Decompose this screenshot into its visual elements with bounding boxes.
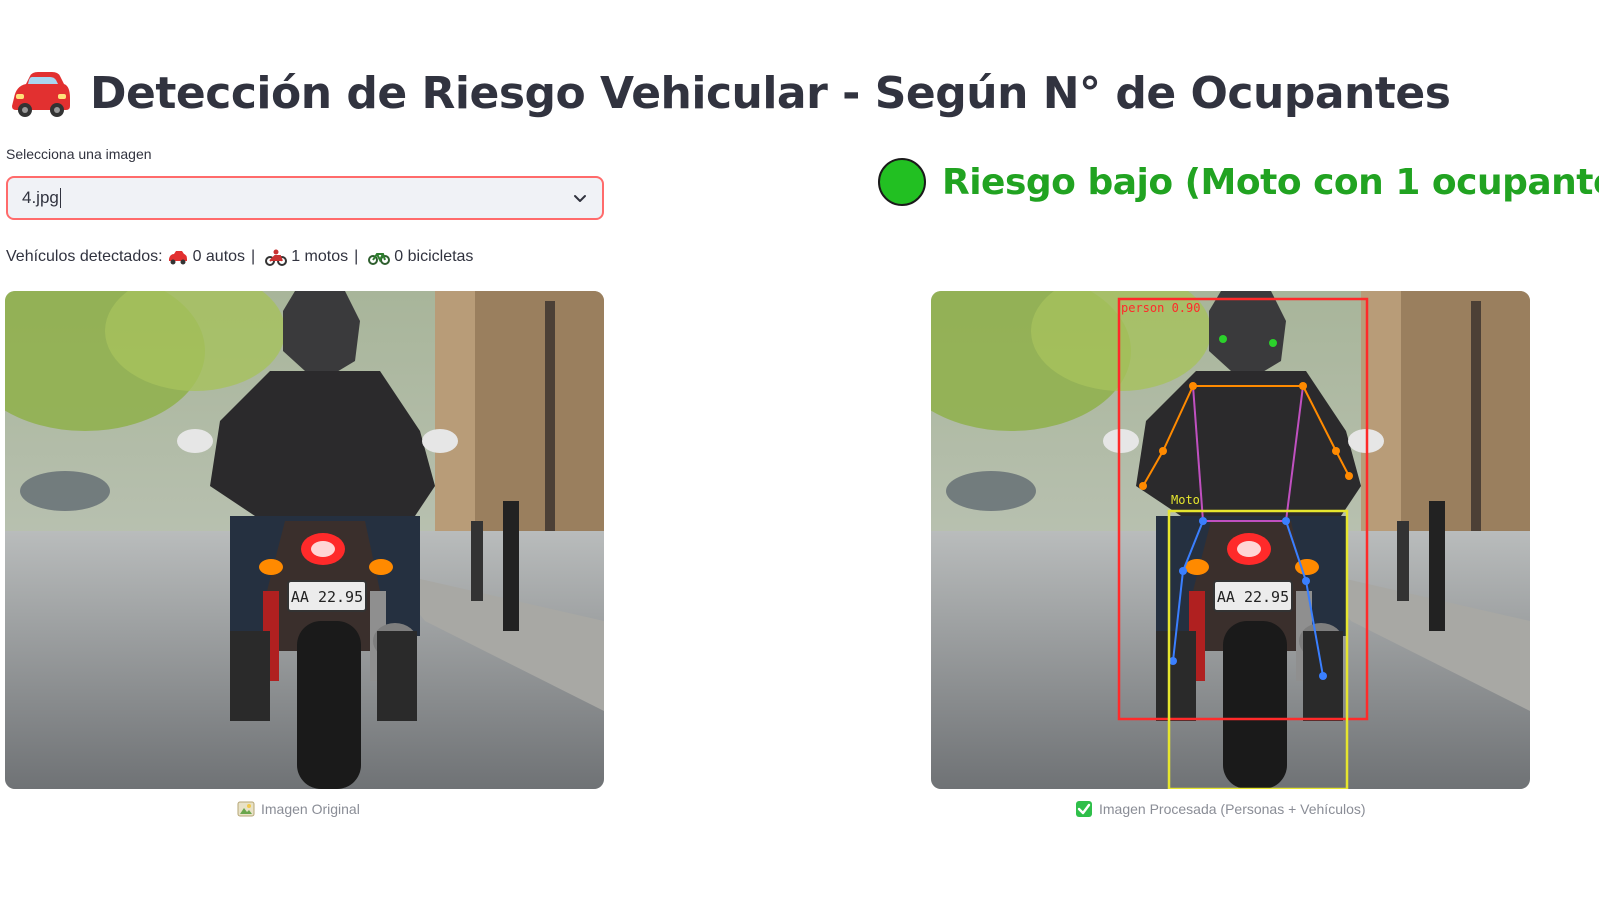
plate-text: AA 22.95 [291, 588, 363, 606]
vehicles-summary: Vehículos detectados: 0 autos | 1 motos … [6, 248, 474, 266]
car-icon [12, 72, 70, 117]
processed-caption: Imagen Procesada (Personas + Vehículos) [1075, 800, 1366, 818]
bicycle-icon [368, 253, 391, 265]
original-caption-text: Imagen Original [261, 801, 360, 817]
select-value: 4.jpg [22, 187, 61, 209]
image-icon [237, 801, 255, 817]
check-icon [1076, 801, 1092, 817]
plate-text: AA 22.95 [1217, 588, 1289, 606]
title-text: Detección de Riesgo Vehicular - Según N°… [90, 67, 1451, 119]
page-title: Detección de Riesgo Vehicular - Según N°… [8, 58, 1451, 128]
bikes-count: 0 bicicletas [394, 248, 474, 265]
moto-bbox-label: Moto [1171, 493, 1200, 507]
image-select[interactable]: 4.jpg [6, 176, 604, 220]
motorcycle-icon [265, 249, 288, 266]
risk-status: Riesgo bajo (Moto con 1 ocupante) [878, 158, 1599, 206]
status-dot [878, 158, 926, 206]
car-icon [168, 251, 187, 265]
status-text: Riesgo bajo (Moto con 1 ocupante) [942, 161, 1599, 203]
processed-caption-text: Imagen Procesada (Personas + Vehículos) [1099, 801, 1366, 817]
motos-count: 1 motos [291, 248, 349, 265]
original-caption: Imagen Original [237, 800, 360, 818]
select-label: Selecciona una imagen [6, 146, 152, 162]
person-bbox-label: person 0.90 [1121, 301, 1200, 315]
chevron-down-icon[interactable] [572, 190, 588, 206]
processed-image: AA 22.95 person 0.90 Moto [931, 291, 1530, 789]
original-image: AA 22.95 [5, 291, 604, 789]
cars-count: 0 autos [192, 248, 246, 265]
vehicles-prefix: Vehículos detectados: [6, 248, 163, 265]
